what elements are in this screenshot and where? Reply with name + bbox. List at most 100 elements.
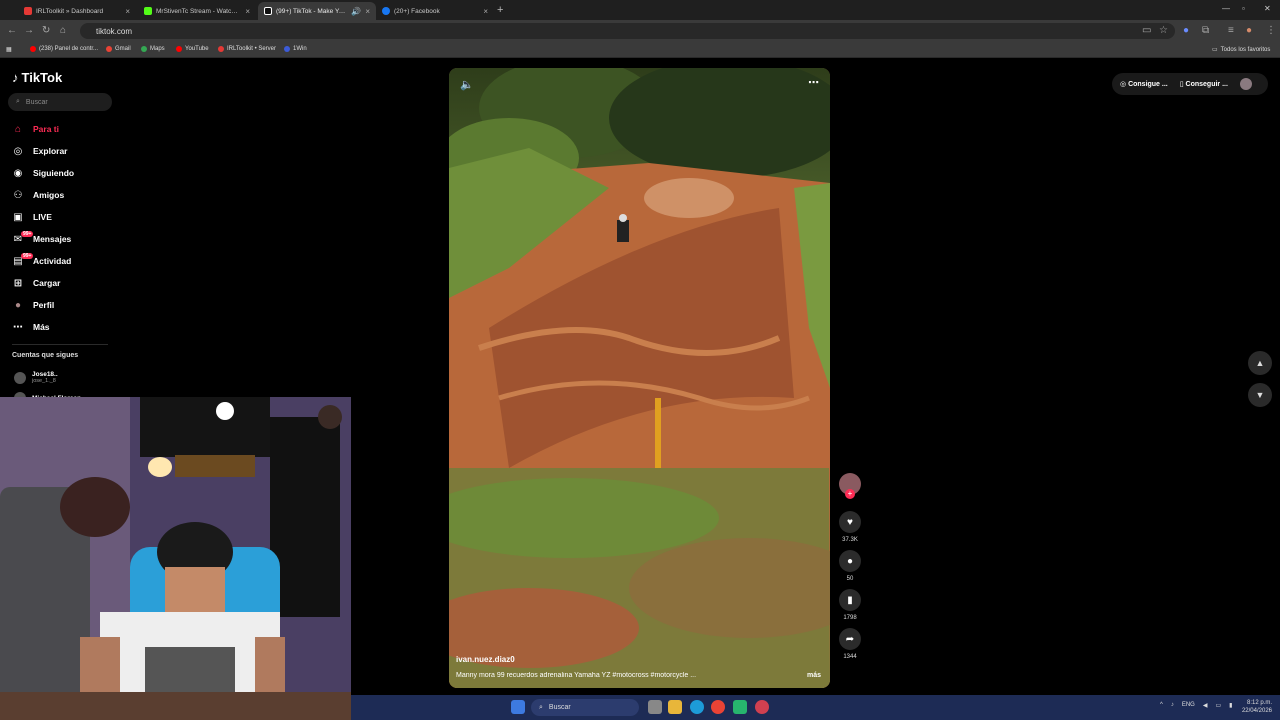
close-tab-icon[interactable]: × <box>245 7 250 16</box>
top-right-actions: ◎ Consigue ... ▯ Conseguir ... <box>1112 73 1268 95</box>
system-tray: ^ ♪ ENG ◀ ▭ ▮ <box>1160 702 1232 709</box>
caption-more-link[interactable]: más <box>807 672 821 679</box>
nav-explorar[interactable]: ◎ Explorar <box>11 143 68 159</box>
cast-icon[interactable]: ▭ <box>1142 25 1151 36</box>
windows-taskbar <box>351 695 1280 720</box>
browser-menu-icon[interactable]: ⋮ <box>1266 25 1276 36</box>
next-video-button[interactable]: ▼ <box>1248 383 1272 407</box>
youtube-studio-icon <box>30 46 36 52</box>
taskbar-clock[interactable]: 8:12 p.m. 22/04/2026 <box>1238 699 1272 715</box>
all-bookmarks[interactable]: ▭ Todos los favoritos <box>1212 46 1270 54</box>
bookmark-gmail[interactable]: Gmail <box>106 46 131 52</box>
nav-perfil[interactable]: ● Perfil <box>11 297 54 313</box>
compass-icon: ◎ <box>13 145 23 157</box>
close-tab-icon[interactable]: × <box>125 7 130 16</box>
address-bar[interactable]: tiktok.com <box>80 23 1175 39</box>
new-tab-button[interactable]: + <box>497 4 503 16</box>
task-view-icon[interactable] <box>648 700 662 714</box>
get-app-button[interactable]: ▯ Conseguir ... <box>1180 80 1228 88</box>
close-tab-icon[interactable]: × <box>365 7 370 16</box>
nav-amigos[interactable]: ⚇ Amigos <box>11 187 65 203</box>
volume-icon[interactable]: 🔈 <box>460 78 474 91</box>
video-options-icon[interactable]: ⋯ <box>808 76 819 89</box>
app-icon[interactable] <box>733 700 747 714</box>
messages-icon: ✉ 99+ <box>13 230 34 245</box>
bookmark-irltoolkit[interactable]: IRLToolkit • Server <box>218 46 276 52</box>
messages-badge: 99+ <box>21 230 34 237</box>
creator-avatar[interactable]: + <box>838 473 862 499</box>
nav-para-ti[interactable]: ⌂ Para ti <box>11 121 59 137</box>
profile-avatar-icon[interactable]: ● <box>1246 25 1252 36</box>
bookmark-1win[interactable]: 1Win <box>284 46 307 52</box>
facebook-favicon-icon <box>382 7 390 15</box>
save-button[interactable]: ▮ 1798 <box>838 589 862 621</box>
nav-mensajes[interactable]: ✉ 99+ Mensajes <box>11 230 71 247</box>
tiktok-note-icon: ♪ <box>12 70 19 85</box>
more-icon: ⋯ <box>13 321 23 333</box>
follow-plus-icon[interactable]: + <box>845 489 855 499</box>
tiktok-logo[interactable]: ♪ TikTok <box>12 70 62 85</box>
bookmark-star-icon[interactable]: ☆ <box>1159 25 1168 36</box>
tab-irltoolkit[interactable]: IRLToolkit » Dashboard × <box>18 2 136 20</box>
home-browser-icon[interactable]: ⌂ <box>60 25 66 36</box>
bookmarks-bar: ▦ (238) Panel de contr... Gmail Maps You… <box>0 42 1280 58</box>
comment-button[interactable]: ● 50 <box>838 550 862 582</box>
network-icon[interactable]: ▭ <box>1215 702 1221 709</box>
like-button[interactable]: ♥ 37.3K <box>838 511 862 543</box>
taskbar-search[interactable]: ⌕ Buscar <box>531 699 639 716</box>
close-tab-icon[interactable]: × <box>483 7 488 16</box>
get-coins-button[interactable]: ◎ Consigue ... <box>1120 80 1168 88</box>
bookmark-maps[interactable]: Maps <box>141 46 165 52</box>
edge-icon[interactable] <box>690 700 704 714</box>
motocross-video-frame <box>449 68 830 688</box>
tab-facebook[interactable]: (20+) Facebook × <box>376 2 494 20</box>
back-icon[interactable]: ← <box>7 25 17 36</box>
coin-icon: ◎ <box>1120 81 1129 88</box>
bookmark-icon: ▮ <box>839 589 861 611</box>
apps-grid-icon[interactable]: ▦ <box>6 46 12 53</box>
speaker-icon[interactable]: 🔊 <box>351 7 361 16</box>
avatar[interactable] <box>1239 78 1252 90</box>
extension-icon[interactable]: ● <box>1183 25 1189 36</box>
forward-icon[interactable]: → <box>24 25 34 36</box>
video-username[interactable]: ivan.nuez.diaz0 <box>456 655 515 664</box>
microphone-icon[interactable]: ♪ <box>1171 702 1174 709</box>
video-caption: Manny mora 99 recuerdos adrenalina Yamah… <box>456 672 697 679</box>
webcam-overlay <box>0 397 351 720</box>
tab-kick-stream[interactable]: MrStivenTc Stream - Watch Live × <box>138 2 256 20</box>
battery-icon[interactable]: ▮ <box>1229 702 1232 709</box>
home-icon: ⌂ <box>14 123 22 135</box>
windows-start-icon[interactable] <box>511 700 525 714</box>
chrome-icon[interactable] <box>711 700 725 714</box>
search-input[interactable]: ⌕ Buscar <box>8 93 112 111</box>
window-close-icon[interactable]: ✕ <box>1264 4 1271 13</box>
following-accounts-title: Cuentas que sigues <box>12 352 79 359</box>
previous-video-button[interactable]: ▲ <box>1248 351 1272 375</box>
folder-icon: ▭ <box>1212 47 1218 53</box>
share-button[interactable]: ➦ 1344 <box>838 628 862 660</box>
media-controls-icon[interactable]: ≡ <box>1228 25 1234 36</box>
following-account[interactable]: Jose18.. jose_1._8 <box>14 371 58 384</box>
reload-icon[interactable]: ↻ <box>42 25 50 36</box>
chevron-down-icon: ▼ <box>1255 390 1265 400</box>
nav-siguiendo[interactable]: ◉ Siguiendo <box>11 165 74 181</box>
video-player[interactable] <box>449 68 830 688</box>
irltoolkit-favicon-icon <box>24 7 32 15</box>
nav-actividad[interactable]: ▤ 99+ Actividad <box>11 252 71 269</box>
tab-tiktok[interactable]: (99+) TikTok - Make Your Day 🔊 × <box>258 2 376 20</box>
extensions-puzzle-icon[interactable]: ⧉ <box>1202 25 1209 36</box>
nav-cargar[interactable]: ⊞ Cargar <box>11 275 61 291</box>
file-explorer-icon[interactable] <box>668 700 682 714</box>
language-indicator[interactable]: ENG <box>1182 702 1195 709</box>
bookmark-youtube[interactable]: YouTube <box>176 46 209 52</box>
maximize-icon[interactable]: ▫ <box>1242 4 1245 13</box>
irltoolkit-icon <box>218 46 224 52</box>
obs-icon[interactable] <box>755 700 769 714</box>
minimize-icon[interactable]: — <box>1222 4 1230 13</box>
bookmark-panel[interactable]: (238) Panel de contr... <box>30 46 98 52</box>
chevron-up-icon[interactable]: ^ <box>1160 702 1163 709</box>
nav-live[interactable]: ▣ LIVE <box>11 209 52 225</box>
share-icon: ➦ <box>839 628 861 650</box>
nav-mas[interactable]: ⋯ Más <box>11 319 50 335</box>
volume-icon[interactable]: ◀ <box>1203 702 1208 709</box>
